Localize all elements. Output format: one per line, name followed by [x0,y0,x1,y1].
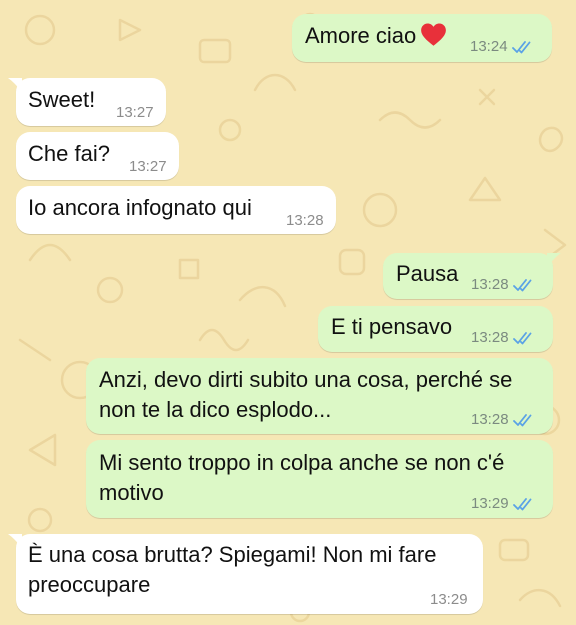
message-meta: 13:28 [471,276,535,294]
message-time: 13:29 [471,495,509,512]
message-text: Mi sento troppo in colpa anche se non c'… [99,450,505,505]
message-text: E ti pensavo [331,314,453,339]
message-meta: 13:28 [471,411,535,429]
chat-conversation[interactable]: Amore ciao 13:24 Sweet! 13:27 Che fai? 1… [0,0,576,625]
message-time: 13:29 [430,591,468,608]
message-bubble-outgoing[interactable]: Amore ciao 13:24 [292,14,552,62]
message-bubble-outgoing[interactable]: Mi sento troppo in colpa anche se non c'… [86,440,553,518]
bubble-tail [547,253,561,267]
message-time: 13:27 [116,104,154,121]
message-text: Che fai? [28,141,110,166]
message-time: 13:28 [471,411,509,428]
message-bubble-outgoing[interactable]: Pausa 13:28 [383,253,561,299]
message-text: Pausa [396,261,459,286]
message-bubble-incoming[interactable]: Io ancora infognato qui 13:28 [16,186,336,234]
read-receipt-icon [512,279,531,292]
message-meta: 13:24 [470,38,534,56]
message-meta: 13:28 [471,329,535,347]
message-bubble-incoming[interactable]: Che fai? 13:27 [16,132,179,180]
message-time: 13:24 [470,38,508,55]
red-heart-icon [421,23,447,46]
message-text: Sweet! [28,87,96,112]
read-receipt-icon [512,414,531,427]
bubble-tail [8,78,22,92]
message-bubble-outgoing[interactable]: Anzi, devo dirti subito una cosa, perché… [86,358,553,434]
message-time: 13:28 [286,212,324,229]
message-time: 13:28 [471,329,509,346]
read-receipt-icon [512,498,531,511]
message-text: È una cosa brutta? Spiegami! Non mi fare… [28,542,437,597]
read-receipt-icon [511,41,530,54]
message-bubble-incoming[interactable]: È una cosa brutta? Spiegami! Non mi fare… [8,534,483,614]
message-time: 13:28 [471,276,509,293]
message-text: Io ancora infognato qui [28,195,252,220]
message-meta: 13:29 [471,495,535,513]
bubble-tail [8,534,22,548]
message-bubble-incoming[interactable]: Sweet! 13:27 [8,78,166,126]
message-text: Amore ciao [305,21,447,51]
read-receipt-icon [512,332,531,345]
message-bubble-outgoing[interactable]: E ti pensavo 13:28 [318,306,553,352]
message-time: 13:27 [129,158,167,175]
